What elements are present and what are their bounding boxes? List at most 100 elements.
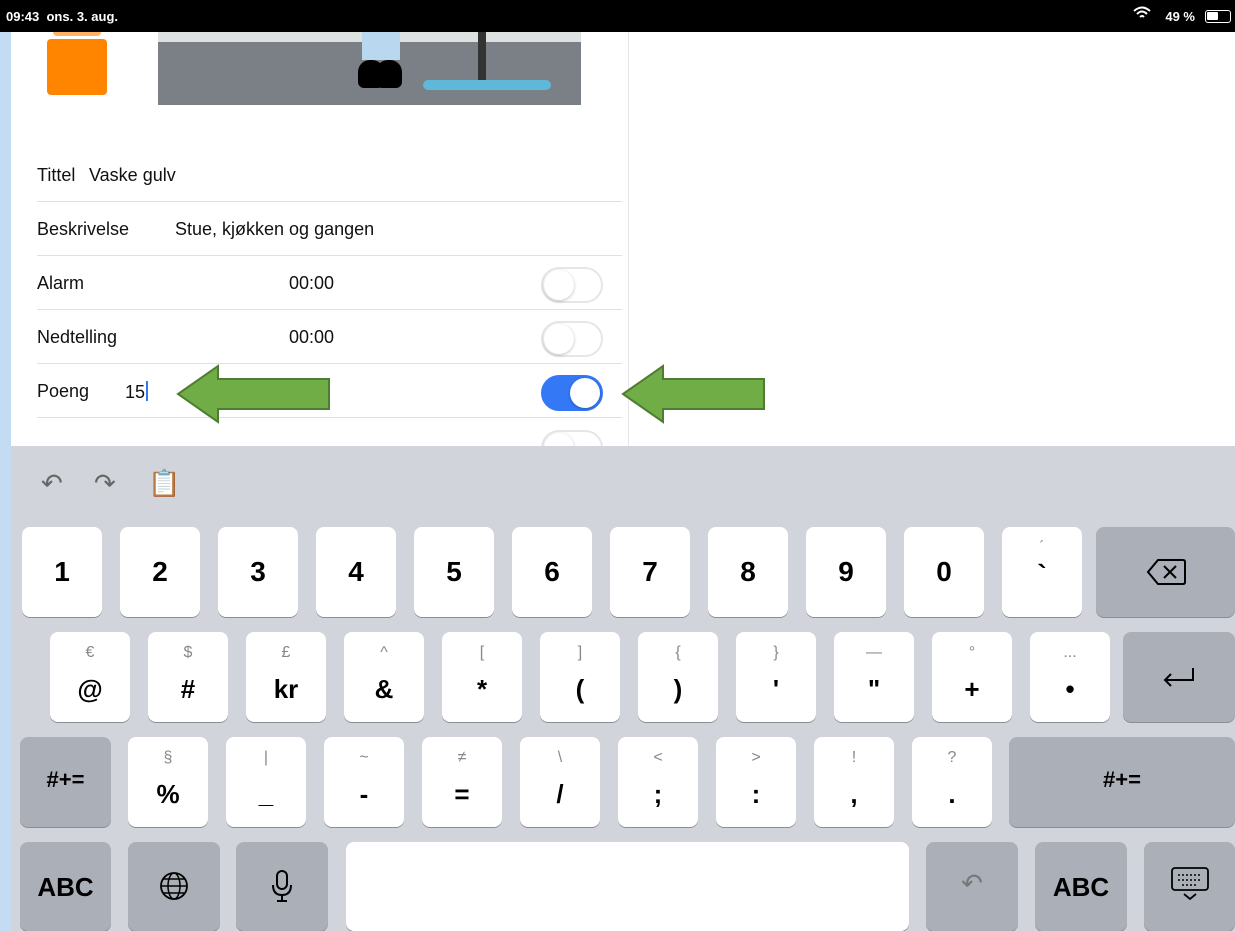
key-label: %: [156, 779, 180, 809]
key-sub-label: ^: [380, 644, 388, 661]
symbol-key[interactable]: £ kr: [246, 632, 326, 722]
key-label: `: [1037, 559, 1047, 590]
key-sub-label: $: [183, 644, 193, 661]
wifi-icon: [1133, 6, 1151, 18]
key-label: 9: [838, 556, 854, 587]
points-toggle[interactable]: [541, 375, 603, 411]
symbol-key[interactable]: >:: [716, 737, 796, 827]
symbol-key[interactable]: \ /: [520, 737, 600, 827]
key-sub-label: —: [866, 644, 882, 661]
symbol-key[interactable]: <;: [618, 737, 698, 827]
key-9[interactable]: 9: [806, 527, 886, 617]
text-caret: [146, 381, 149, 401]
more-symbols-label: #+=: [1103, 767, 1141, 792]
more-symbols-key-right[interactable]: #+=: [1009, 737, 1235, 827]
key-label: ": [867, 674, 881, 704]
symbol-key[interactable]: — ": [834, 632, 914, 722]
countdown-label: Nedtelling: [37, 327, 118, 347]
key-1[interactable]: 1: [22, 527, 102, 617]
countdown-toggle[interactable]: [541, 321, 603, 357]
symbol-key[interactable]: §%: [128, 737, 208, 827]
key-6[interactable]: 6: [512, 527, 592, 617]
symbol-key[interactable]: | _: [226, 737, 306, 827]
color-swatch-orange[interactable]: [47, 39, 107, 95]
microphone-key[interactable]: [236, 842, 328, 931]
symbol-key[interactable]: $ #: [148, 632, 228, 722]
key-label: 7: [642, 556, 658, 587]
more-symbols-label: #+=: [46, 767, 85, 792]
globe-key[interactable]: [128, 842, 220, 931]
undo-icon[interactable]: ↶: [41, 468, 63, 499]
microphone-icon: [272, 870, 292, 902]
alarm-row: Alarm 00:00: [37, 256, 622, 310]
key-3[interactable]: 3: [218, 527, 298, 617]
key-8[interactable]: 8: [708, 527, 788, 617]
backspace-key[interactable]: [1096, 527, 1235, 617]
key-label: 3: [250, 556, 266, 587]
paste-icon[interactable]: 📋: [148, 468, 180, 499]
key-sub-label: >: [751, 749, 761, 766]
symbol-key[interactable]: ^ &: [344, 632, 424, 722]
image-mop: [423, 80, 551, 90]
return-key[interactable]: [1123, 632, 1235, 722]
title-field[interactable]: Vaske gulv: [89, 165, 176, 186]
alarm-label: Alarm: [37, 273, 85, 293]
key-sub-label: {: [675, 644, 681, 661]
symbol-key[interactable]: [*: [442, 632, 522, 722]
key-label: (: [575, 674, 585, 704]
key-sub-label: ...: [1063, 644, 1077, 661]
key-sub-label: ´: [1039, 539, 1045, 556]
symbol-key[interactable]: ](: [540, 632, 620, 722]
dismiss-keyboard-key[interactable]: [1144, 842, 1235, 931]
symbol-key[interactable]: ≠ =: [422, 737, 502, 827]
title-row[interactable]: Tittel Vaske gulv: [37, 148, 622, 202]
key-label: •: [1065, 674, 1075, 704]
task-image[interactable]: [158, 32, 581, 105]
undo-key[interactable]: ↶: [926, 842, 1018, 931]
more-symbols-key[interactable]: #+=: [20, 737, 111, 827]
key-sub-label: ?: [947, 749, 957, 766]
image-shoe: [376, 60, 402, 88]
symbol-key[interactable]: ... •: [1030, 632, 1110, 722]
key-label: 6: [544, 556, 560, 587]
alarm-toggle[interactable]: [541, 267, 603, 303]
key-sub-label: ]: [577, 644, 583, 661]
image-legs: [362, 32, 400, 60]
abc-key[interactable]: ABC: [20, 842, 111, 931]
key-label: 0: [936, 556, 952, 587]
key-sub-label: §: [163, 749, 173, 766]
description-row[interactable]: Beskrivelse Stue, kjøkken og gangen: [37, 202, 622, 256]
symbol-key[interactable]: € @: [50, 632, 130, 722]
alarm-time[interactable]: 00:00: [289, 273, 334, 294]
toggle-knob: [570, 378, 600, 408]
key-sub-label: £: [281, 644, 291, 661]
symbol-key[interactable]: ~ -: [324, 737, 404, 827]
symbol-key[interactable]: } ': [736, 632, 816, 722]
key-0[interactable]: 0: [904, 527, 984, 617]
space-key[interactable]: [346, 842, 909, 931]
key-4[interactable]: 4: [316, 527, 396, 617]
description-label: Beskrivelse: [37, 219, 130, 239]
redo-icon[interactable]: ↷: [94, 468, 116, 499]
points-field[interactable]: 15: [125, 381, 149, 403]
color-swatch-top[interactable]: [53, 32, 101, 36]
keyboard-dismiss-icon: [1171, 867, 1209, 901]
symbol-key[interactable]: ?.: [912, 737, 992, 827]
countdown-row: Nedtelling 00:00: [37, 310, 622, 364]
key-2[interactable]: 2: [120, 527, 200, 617]
key-label: /: [556, 779, 564, 809]
abc-key-right[interactable]: ABC: [1035, 842, 1127, 931]
key-7[interactable]: 7: [610, 527, 690, 617]
abc-label: ABC: [1052, 872, 1110, 902]
key-sub-label: ≠: [457, 749, 467, 766]
countdown-time[interactable]: 00:00: [289, 327, 334, 348]
symbol-key[interactable]: {): [638, 632, 718, 722]
symbol-key[interactable]: ° +: [932, 632, 1012, 722]
key-5[interactable]: 5: [414, 527, 494, 617]
key-label: 5: [446, 556, 462, 587]
battery-percent: 49 %: [1165, 9, 1195, 24]
symbol-key[interactable]: !,: [814, 737, 894, 827]
description-field[interactable]: Stue, kjøkken og gangen: [175, 219, 374, 240]
points-value: 15: [125, 382, 146, 402]
key-backtick[interactable]: ´ `: [1002, 527, 1082, 617]
